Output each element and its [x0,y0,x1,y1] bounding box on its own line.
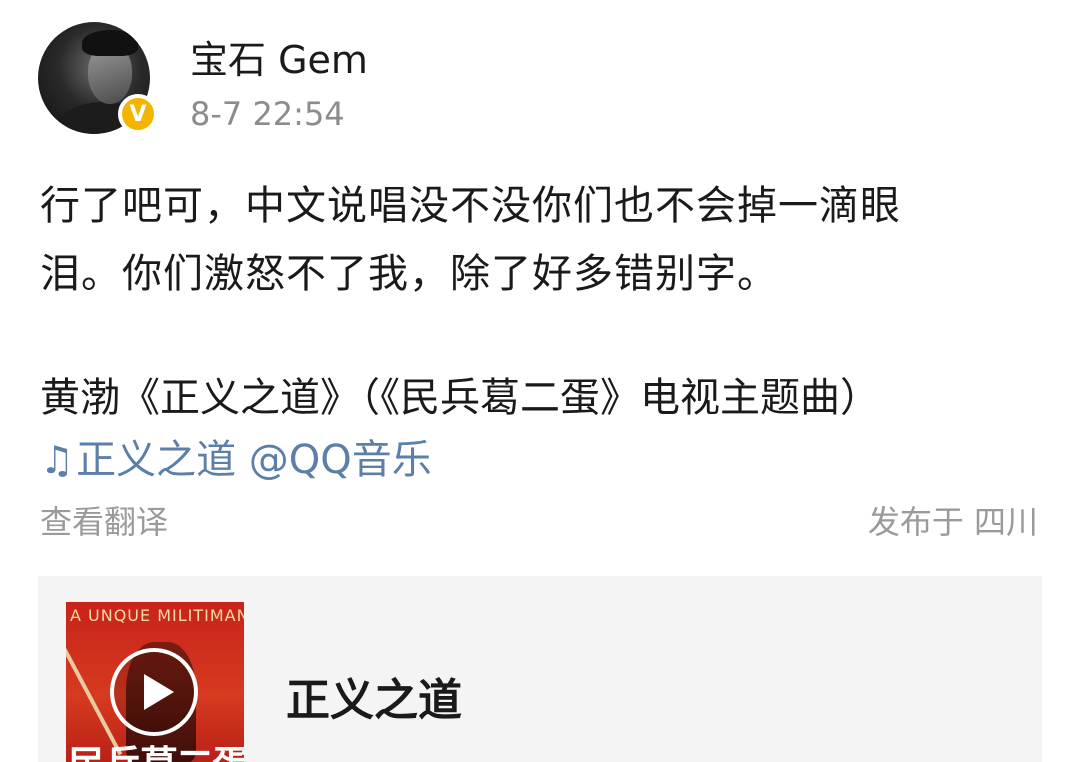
music-card[interactable]: A UNQUE MILITIMAN 民兵葛二蛋 正义之道 [38,576,1042,762]
verified-badge-icon: V [118,94,158,134]
translate-button[interactable]: 查看翻译 [40,500,168,544]
avatar-hair [82,30,138,56]
username[interactable]: 宝石 Gem [190,36,368,84]
post-location: 发布于 四川 [867,503,1038,541]
post-text-line: 黄渤《正义之道》（《民兵葛二蛋》电视主题曲） [40,375,880,421]
post-timestamp: 8-7 22:54 [190,95,345,133]
music-note-icon: ♫ [40,438,75,482]
post-text-line: 行了吧可，中文说唱没不没你们也不会掉一滴眼 [40,183,901,229]
cover-title: 民兵葛二蛋 [68,734,244,762]
music-link-label: 正义之道 @QQ音乐 [76,437,432,483]
weibo-post: V 宝石 Gem 8-7 22:54 行了吧可，中文说唱没不没你们也不会掉一滴眼… [0,0,1080,762]
song-title[interactable]: 正义之道 [286,664,462,728]
post-body: 行了吧可，中文说唱没不没你们也不会掉一滴眼 泪。你们激怒不了我，除了好多错别字。 [40,172,1050,308]
post-text-line: 泪。你们激怒不了我，除了好多错别字。 [40,251,778,297]
cover-caption: A UNQUE MILITIMAN [70,606,244,625]
album-cover[interactable]: A UNQUE MILITIMAN 民兵葛二蛋 [66,602,244,762]
play-icon[interactable] [110,648,198,736]
music-link[interactable]: ♫正义之道 @QQ音乐 [40,430,432,490]
